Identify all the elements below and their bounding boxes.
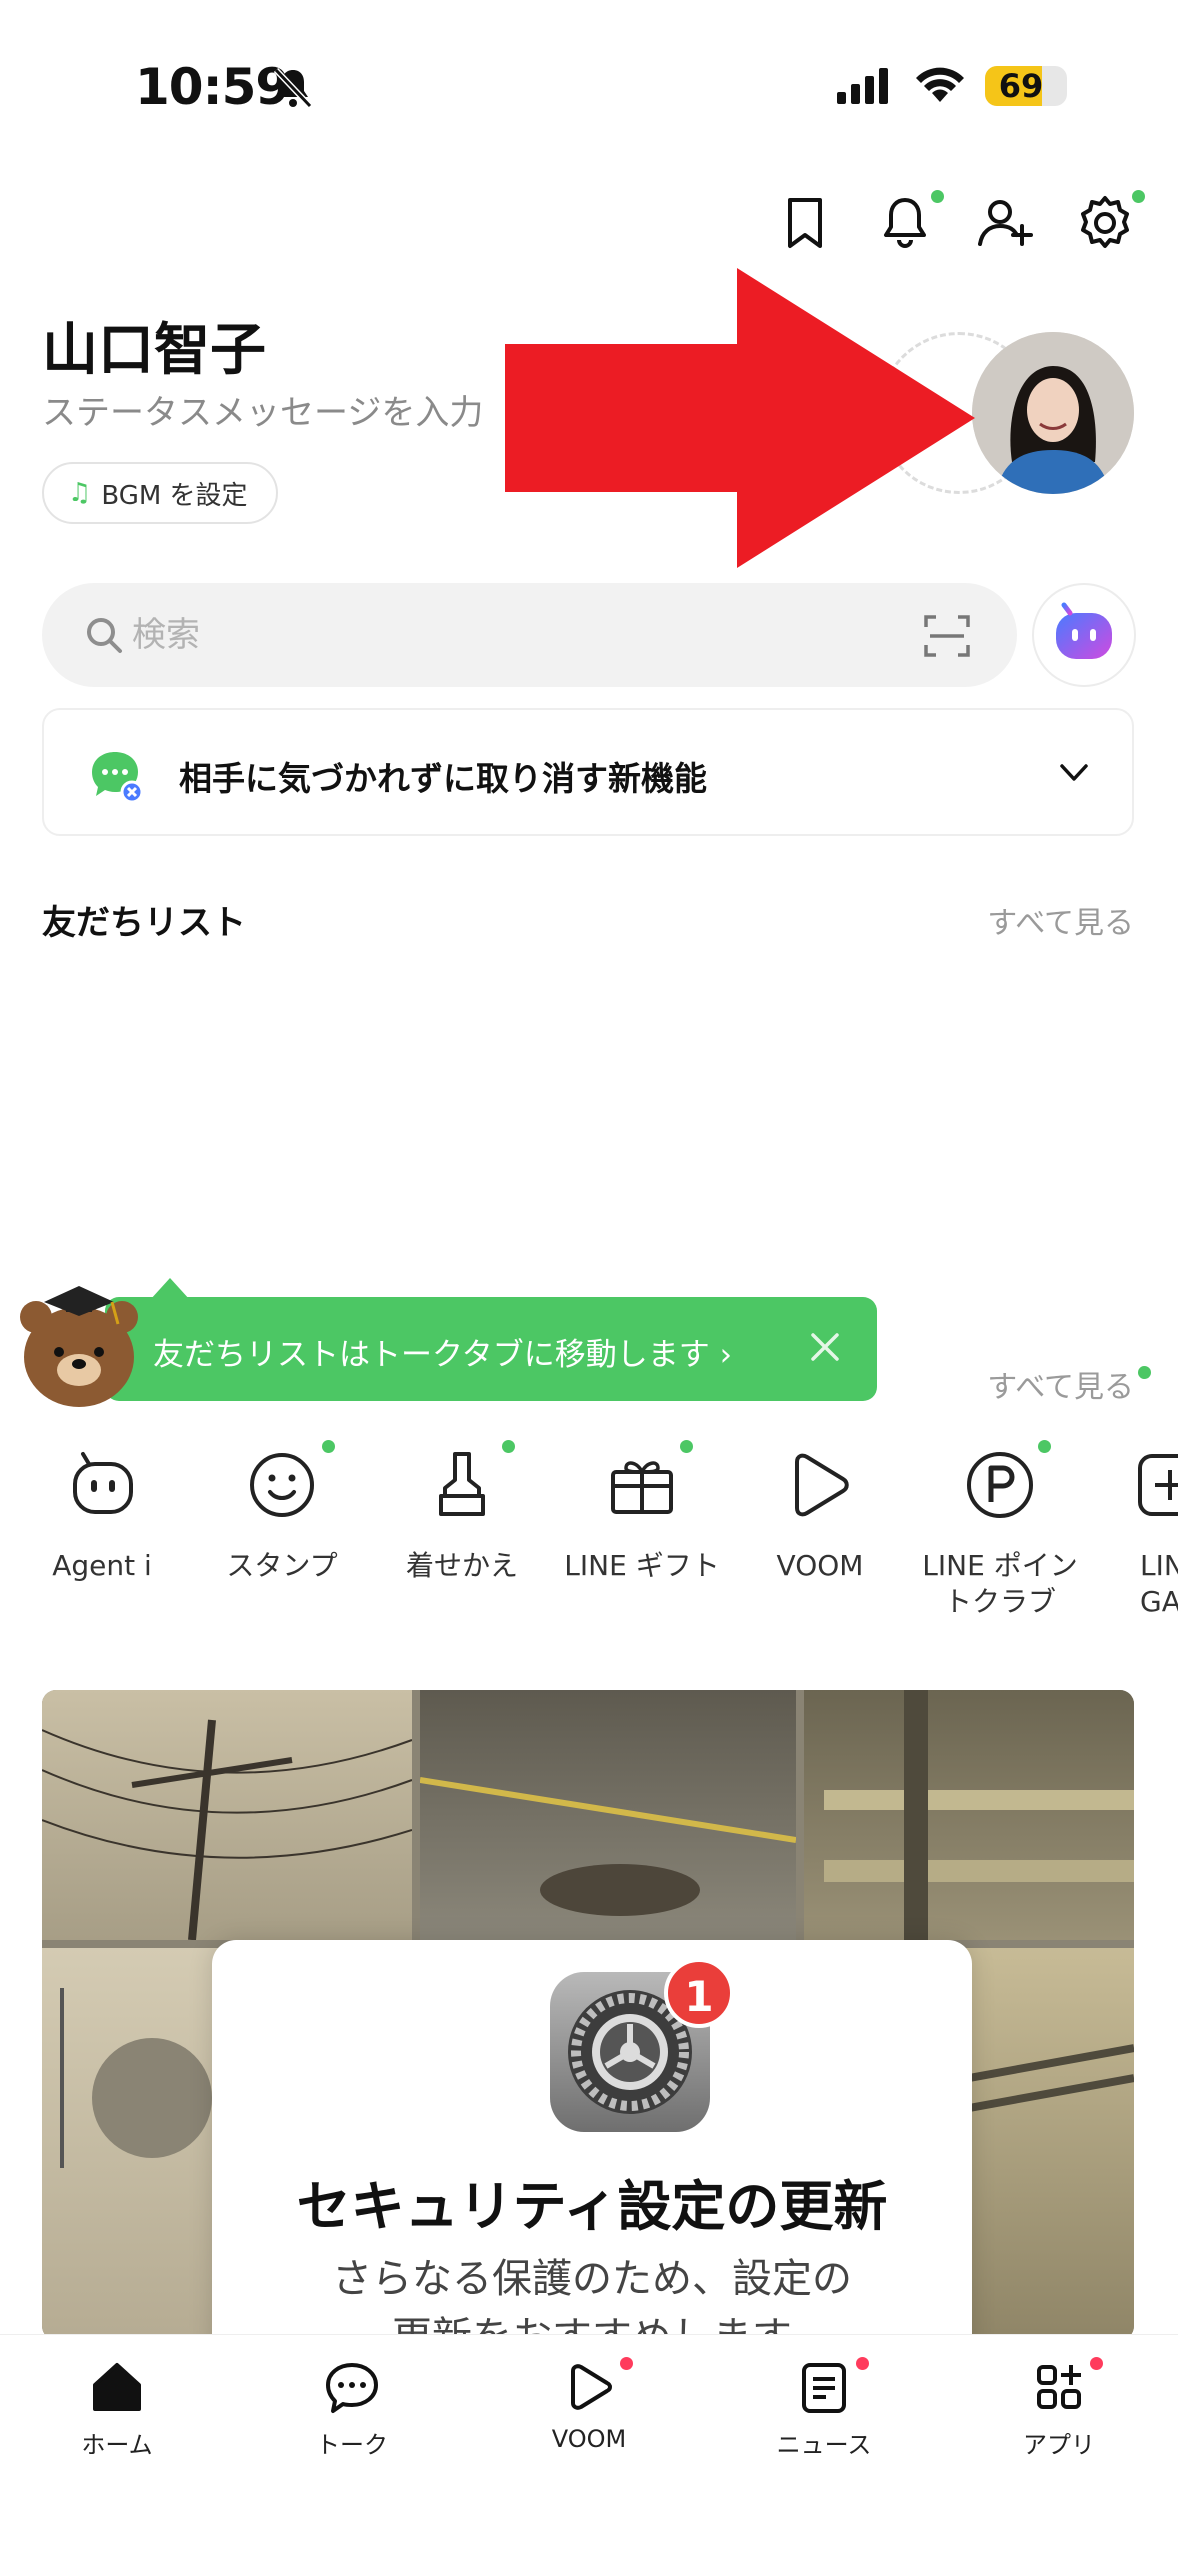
- apps-icon: [1037, 2365, 1081, 2409]
- cell-signal-icon: [837, 68, 888, 104]
- apps-new-dot: [1090, 2357, 1103, 2370]
- chat-icon: [326, 2363, 378, 2413]
- voom-new-dot: [620, 2357, 633, 2370]
- battery-percent: 69: [998, 67, 1044, 105]
- service-theme[interactable]: 着せかえ: [372, 1440, 552, 1584]
- close-icon[interactable]: [805, 1327, 845, 1367]
- banner-photo-tile: [419, 1690, 797, 1940]
- service-label: 着せかえ: [405, 1549, 518, 1582]
- tab-apps[interactable]: アプリ: [959, 2357, 1159, 2460]
- smile-icon: [250, 1453, 314, 1517]
- see-all-friends-link[interactable]: すべて見る: [987, 898, 1134, 942]
- search-icon: [87, 618, 122, 653]
- qr-scan-icon[interactable]: [922, 611, 972, 661]
- notification-bell-icon[interactable]: [872, 190, 938, 256]
- tab-chat[interactable]: トーク: [252, 2357, 452, 2460]
- tooltip-text: 友だちリストはトークタブに移動します ›: [153, 1337, 733, 1373]
- add-friend-icon[interactable]: [972, 190, 1038, 256]
- stamp-update-dot: [322, 1440, 335, 1453]
- service-label: Agent i: [52, 1549, 152, 1582]
- tab-news[interactable]: ニュース: [724, 2357, 924, 2460]
- settings-update-dot: [1132, 190, 1145, 203]
- tab-label: ニュース: [776, 2431, 872, 2459]
- unsend-message-icon: [92, 752, 144, 804]
- tab-label: VOOM: [551, 2425, 627, 2453]
- game-icon: [1138, 1454, 1178, 1516]
- brown-bear-mascot-icon: [20, 1286, 138, 1407]
- clock: 10:59: [135, 58, 290, 116]
- friends-list-title: 友だちリスト: [42, 903, 246, 943]
- notification-badge: 1: [664, 1958, 734, 2028]
- home-icon: [93, 2363, 141, 2411]
- profile-name[interactable]: 山口智子: [42, 305, 266, 386]
- tab-home[interactable]: ホーム: [17, 2357, 217, 2460]
- tab-label: トーク: [316, 2431, 388, 2459]
- agent-face-icon: [73, 1452, 133, 1514]
- music-note-icon: ♫: [68, 478, 92, 508]
- bell-muted-icon: [273, 67, 313, 109]
- search-input[interactable]: [132, 607, 832, 663]
- service-stamp[interactable]: スタンプ: [192, 1440, 372, 1584]
- news-new-dot: [856, 2357, 869, 2370]
- bgm-button[interactable]: ♫ BGM を設定: [42, 462, 278, 524]
- agent-i-button[interactable]: [1032, 583, 1136, 687]
- wifi-icon: [916, 67, 964, 102]
- service-label: スタンプ: [226, 1549, 338, 1582]
- status-message[interactable]: ステータスメッセージを入力: [42, 385, 483, 434]
- tab-voom[interactable]: VOOM: [489, 2357, 689, 2453]
- banner-title: セキュリティ設定の更新: [296, 2175, 888, 2238]
- tab-label: アプリ: [1023, 2431, 1095, 2459]
- banner-photo-tile: [42, 1690, 413, 1941]
- tab-label: ホーム: [81, 2431, 153, 2459]
- theme-update-dot: [502, 1440, 515, 1453]
- chevron-down-icon[interactable]: [1056, 758, 1092, 788]
- service-gift[interactable]: LINE ギフト: [552, 1440, 732, 1584]
- red-arrow-annotation: [505, 268, 975, 568]
- service-games[interactable]: LIN GA: [1090, 1440, 1178, 1620]
- search-bar[interactable]: [42, 583, 1017, 687]
- bookmark-icon[interactable]: [772, 190, 838, 256]
- banner-photo-tile: [804, 1690, 1134, 1940]
- utility-pole-image: [42, 1719, 413, 1941]
- service-label: VOOM: [776, 1549, 864, 1582]
- see-all-services-link[interactable]: すべて見る: [987, 1362, 1134, 1406]
- service-label: LIN GA: [1140, 1549, 1178, 1618]
- security-update-banner[interactable]: 1 セキュリティ設定の更新 さらなる保護のため、設定の 更新をおすすめします: [42, 1690, 1134, 2340]
- service-agent-i[interactable]: Agent i: [12, 1440, 192, 1584]
- bgm-label: BGM を設定: [101, 480, 248, 511]
- profile-avatar[interactable]: [972, 332, 1134, 494]
- gift-update-dot: [680, 1440, 693, 1453]
- agent-i-icon: [1056, 602, 1112, 659]
- battery-indicator: 69: [985, 66, 1067, 106]
- banner-card[interactable]: 1 セキュリティ設定の更新 さらなる保護のため、設定の 更新をおすすめします: [212, 1940, 972, 2340]
- point-update-dot: [1038, 1440, 1051, 1453]
- notification-dot: [931, 190, 944, 203]
- bottom-tab-bar: ホーム トーク VOOM ニュース アプリ: [0, 2334, 1178, 2560]
- brush-icon: [439, 1452, 485, 1516]
- status-bar: 10:59 69: [0, 0, 1178, 170]
- news-icon: [802, 2363, 846, 2413]
- point-icon: [967, 1452, 1033, 1518]
- services-update-dot: [1138, 1366, 1151, 1379]
- settings-gear-icon[interactable]: [1072, 190, 1138, 256]
- service-voom[interactable]: VOOM: [730, 1440, 910, 1584]
- play-icon: [795, 1453, 849, 1517]
- avatar-photo: [972, 332, 1134, 494]
- notice-text: 相手に気づかれずに取り消す新機能: [179, 759, 707, 798]
- banner-subtitle: さらなる保護のため、設定の 更新をおすすめします: [332, 2256, 852, 2340]
- road-image: [419, 1777, 797, 1916]
- gift-icon: [611, 1461, 673, 1514]
- service-label: LINE ギフト: [564, 1549, 720, 1582]
- feature-notice-card[interactable]: 相手に気づかれずに取り消す新機能: [42, 708, 1134, 836]
- service-point-club[interactable]: LINE ポイン トクラブ: [910, 1440, 1090, 1620]
- voom-icon: [571, 2364, 612, 2410]
- move-notice-tooltip[interactable]: 友だちリストはトークタブに移動します ›: [105, 1297, 877, 1401]
- service-label: LINE ポイン トクラブ: [922, 1549, 1078, 1618]
- pipes-image: [824, 1690, 1134, 1940]
